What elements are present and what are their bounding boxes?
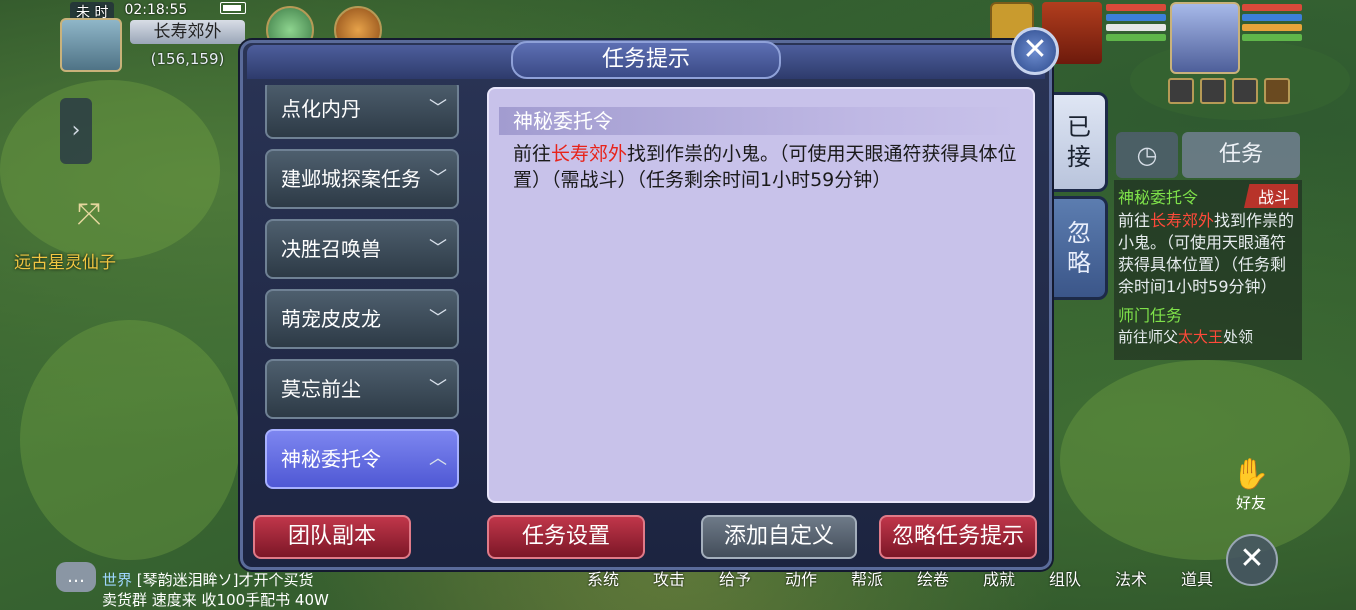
chat-message: 世界 [琴韵迷泪眸ソ]才开个买货 (102, 571, 314, 589)
menu-scroll[interactable]: 绘卷 (900, 566, 966, 590)
tracker-task-tab[interactable]: 任务 (1182, 132, 1300, 178)
chat-box[interactable]: … 世界 [琴韵迷泪眸ソ]才开个买货 卖货群 速度来 收100手配书 40W (56, 560, 416, 610)
buff-icons (1168, 78, 1290, 104)
player-avatar[interactable] (1170, 2, 1240, 74)
player-hud: 未 时 02:18:55 长寿郊外 (156,159) (60, 0, 250, 80)
buff-icon[interactable] (1264, 78, 1290, 104)
foliage (1060, 360, 1350, 560)
clock-icon[interactable]: ◷ (1116, 132, 1178, 178)
task-hint-dialog: 任务提示 ✕ 点化内丹 ﹀ 建邺城探案任务 ﹀ 决胜召唤兽 ﹀ 萌宠皮皮龙 ﹀ … (240, 27, 1059, 570)
menu-guild[interactable]: 帮派 (834, 566, 900, 590)
fight-badge: 战斗 (1243, 184, 1298, 208)
chat-channel: 世界 (102, 571, 133, 589)
chevron-down-icon: ﹀ (429, 98, 447, 119)
task-detail-text: 前往长寿郊外找到作祟的小鬼。（可使用天眼通符获得具体位置）（需战斗）（任务剩余时… (513, 143, 1017, 191)
menu-action[interactable]: 动作 (768, 566, 834, 590)
tracker-task-list[interactable]: 神秘委托令 战斗 前往长寿郊外找到作祟的小鬼。（可使用天眼通符获得具体位置）（任… (1114, 180, 1302, 360)
add-custom-button[interactable]: 添加自定义 (701, 515, 857, 559)
menu-attack[interactable]: 攻击 (636, 566, 702, 590)
tab-accepted[interactable]: 已接 (1050, 92, 1108, 192)
tracker-task-title[interactable]: 神秘委托令 (1118, 184, 1198, 208)
move-arrows-icon[interactable]: ⤧ (66, 192, 112, 238)
chevron-down-icon: ﹀ (429, 238, 447, 259)
tab-ignored[interactable]: 忽略 (1050, 196, 1108, 300)
task-item-dianhua[interactable]: 点化内丹 ﹀ (265, 85, 459, 139)
menu-items[interactable]: 道具 (1164, 566, 1230, 590)
task-category-list[interactable]: 点化内丹 ﹀ 建邺城探案任务 ﹀ 决胜召唤兽 ﹀ 萌宠皮皮龙 ﹀ 莫忘前尘 ﹀ … (263, 85, 461, 497)
tracker-task-desc[interactable]: 前往长寿郊外找到作祟的小鬼。（可使用天眼通符获得具体位置）（任务剩余时间1小时5… (1118, 210, 1298, 298)
buff-icon[interactable] (1232, 78, 1258, 104)
battery-icon (220, 2, 246, 14)
friend-button[interactable]: ✋ 好友 (1224, 457, 1278, 513)
buff-icon[interactable] (1200, 78, 1226, 104)
coordinates: (156,159) (150, 50, 225, 68)
task-item-jianye[interactable]: 建邺城探案任务 ﹀ (265, 149, 459, 209)
task-settings-button[interactable]: 任务设置 (487, 515, 645, 559)
menu-achievement[interactable]: 成就 (966, 566, 1032, 590)
chevron-down-icon: ﹀ (429, 308, 447, 329)
buff-icon[interactable] (1168, 78, 1194, 104)
map-portrait[interactable] (60, 18, 122, 72)
close-icon[interactable]: ✕ (1011, 27, 1059, 75)
time-value: 02:18:55 (124, 2, 188, 18)
handshake-icon: ✋ (1232, 457, 1270, 492)
team-dungeon-button[interactable]: 团队副本 (253, 515, 411, 559)
close-menu-icon[interactable]: ✕ (1226, 534, 1278, 586)
menu-give[interactable]: 给予 (702, 566, 768, 590)
location-link[interactable]: 长寿郊外 (551, 143, 627, 165)
task-item-mowang[interactable]: 莫忘前尘 ﹀ (265, 359, 459, 419)
chat-bubble-icon[interactable]: … (56, 562, 96, 592)
foliage (20, 320, 240, 560)
ignore-hint-button[interactable]: 忽略任务提示 (879, 515, 1037, 559)
menu-system[interactable]: 系统 (570, 566, 636, 590)
chevron-down-icon: ﹀ (429, 168, 447, 189)
menu-team[interactable]: 组队 (1032, 566, 1098, 590)
task-item-mengchong[interactable]: 萌宠皮皮龙 ﹀ (265, 289, 459, 349)
location-name[interactable]: 长寿郊外 (130, 20, 245, 44)
task-detail-panel: 神秘委托令 前往长寿郊外找到作祟的小鬼。（可使用天眼通符获得具体位置）（需战斗）… (487, 87, 1035, 503)
task-item-shenmi[interactable]: 神秘委托令 ︿ (265, 429, 459, 489)
task-item-juesheng[interactable]: 决胜召唤兽 ﹀ (265, 219, 459, 279)
tracker-second-desc[interactable]: 前往师父太大王处领 (1118, 326, 1298, 347)
player-status-bars (1242, 4, 1302, 41)
menu-spell[interactable]: 法术 (1098, 566, 1164, 590)
npc-name-label[interactable]: 远古星灵仙子 (14, 248, 116, 273)
task-tracker: ◷ 任务 神秘委托令 战斗 前往长寿郊外找到作祟的小鬼。（可使用天眼通符获得具体… (1112, 132, 1302, 362)
expand-arrow-button[interactable]: › (60, 98, 92, 164)
chat-message: 卖货群 速度来 收100手配书 40W (102, 591, 329, 609)
tracker-second-title[interactable]: 师门任务 (1118, 302, 1298, 326)
task-detail-title: 神秘委托令 (499, 107, 1019, 135)
chevron-down-icon: ﹀ (429, 378, 447, 399)
bottom-menu: 系统 攻击 给予 动作 帮派 绘卷 成就 组队 法术 道具 (570, 566, 1230, 590)
chevron-up-icon: ︿ (429, 448, 447, 469)
summon-status-bars (1106, 4, 1166, 41)
dialog-title: 任务提示 (511, 41, 781, 79)
